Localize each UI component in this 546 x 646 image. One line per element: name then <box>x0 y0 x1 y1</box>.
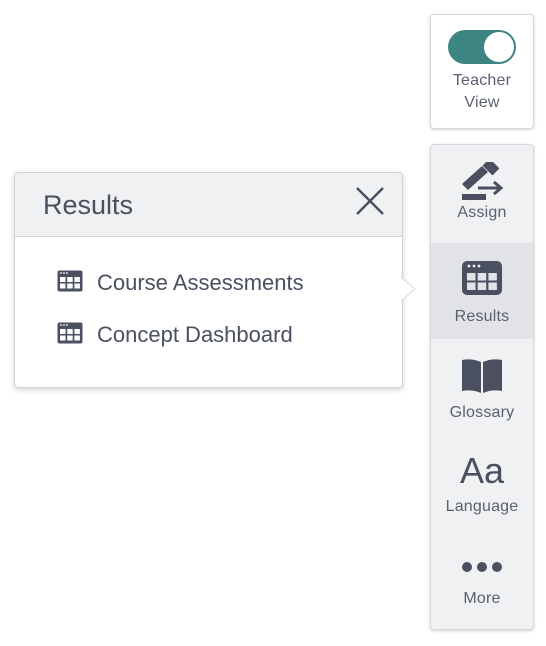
rail-item-label: Assign <box>457 204 507 221</box>
rail-item-more[interactable]: More <box>431 533 533 629</box>
popover-item-concept-dashboard[interactable]: Concept Dashboard <box>57 309 304 361</box>
rail-item-label: Glossary <box>449 404 515 421</box>
rail-item-label: More <box>463 590 501 607</box>
calendar-grid-icon <box>461 259 503 297</box>
tool-rail: Assign Results Glossary Aa Language More <box>430 144 534 630</box>
popover-item-course-assessments[interactable]: Course Assessments <box>57 257 304 309</box>
book-icon <box>460 355 504 397</box>
popover-item-label: Course Assessments <box>97 270 304 295</box>
rail-item-label: Language <box>445 498 519 515</box>
rail-item-label: Results <box>454 308 510 325</box>
rail-item-assign[interactable]: Assign <box>431 145 533 243</box>
rail-item-language[interactable]: Aa Language <box>431 435 533 533</box>
popover-item-label: Concept Dashboard <box>97 322 293 347</box>
popover-pointer-arrow <box>401 277 416 301</box>
popover-header: Results <box>15 173 402 237</box>
calendar-grid-icon <box>57 270 83 297</box>
rail-item-results[interactable]: Results <box>431 243 533 339</box>
teacher-view-label: Teacher View <box>452 72 512 111</box>
results-popover: Results Course Assessments Concept Dashb… <box>14 172 403 388</box>
close-button[interactable] <box>354 185 386 217</box>
calendar-grid-icon <box>57 322 83 349</box>
rail-item-glossary[interactable]: Glossary <box>431 339 533 435</box>
aa-text-icon: Aa <box>459 450 505 491</box>
teacher-view-toggle[interactable] <box>448 30 516 64</box>
popover-list: Course Assessments Concept Dashboard <box>57 270 304 361</box>
toggle-knob <box>484 32 514 62</box>
teacher-view-card: Teacher View <box>430 14 534 129</box>
ellipsis-icon <box>460 557 504 577</box>
assign-icon <box>460 161 504 203</box>
close-icon <box>356 187 384 215</box>
popover-title: Results <box>43 190 134 220</box>
stage: Teacher View Assign Results Glossary Aa … <box>0 0 546 646</box>
